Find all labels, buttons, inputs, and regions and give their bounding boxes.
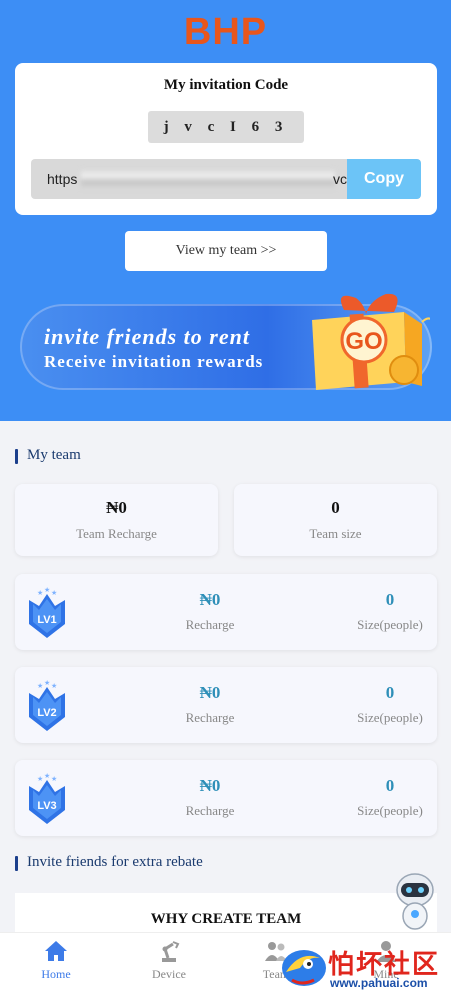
level-recharge: ₦0 Recharge [165, 776, 255, 819]
tab-device[interactable]: Device [129, 939, 209, 982]
level-recharge-label: Recharge [185, 710, 235, 725]
team-recharge-value: ₦0 [106, 498, 127, 517]
tab-home-label: Home [41, 967, 71, 981]
support-robot-icon[interactable] [392, 870, 438, 934]
invite-banner[interactable]: invite friends to rent Receive invitatio… [18, 290, 438, 405]
watermark-url: www.pahuai.com [330, 976, 428, 990]
invitation-link-suffix: vc [333, 171, 347, 187]
view-team-button[interactable]: View my team >> [125, 231, 327, 271]
banner-subline: Receive invitation rewards [44, 352, 264, 371]
svg-text:★: ★ [51, 589, 57, 597]
invitation-link-blurred [81, 169, 335, 189]
copy-button[interactable]: Copy [347, 159, 421, 199]
level-size: 0 Size(people) [345, 776, 435, 819]
tab-home[interactable]: Home [16, 939, 96, 982]
invitation-card: My invitation Code j v c I 6 3 https vc … [15, 63, 437, 215]
go-label: GO [345, 328, 382, 355]
robot-arm-icon [162, 941, 180, 962]
svg-text:★: ★ [37, 682, 43, 690]
level-badge-icon: ★ ★ ★ LV2 [29, 679, 65, 731]
site-watermark: 怕坏社区 www.pahuai.com [278, 940, 448, 992]
level-recharge-value: ₦0 [199, 590, 221, 609]
level-badge-label: LV2 [37, 707, 56, 719]
level-size-value: 0 [385, 776, 395, 795]
level-size: 0 Size(people) [345, 590, 435, 633]
level-badge-label: LV1 [37, 614, 56, 626]
level-recharge-value: ₦0 [199, 776, 221, 795]
level-badge-icon: ★ ★ ★ LV3 [29, 772, 65, 824]
gift-box-icon: GO [312, 293, 430, 390]
level-recharge-value: ₦0 [199, 683, 221, 702]
team-recharge-card: ₦0 Team Recharge [15, 484, 218, 556]
invitation-link-prefix: https [47, 171, 78, 187]
level-size-value: 0 [385, 683, 395, 702]
level-size-label: Size(people) [357, 710, 423, 725]
svg-text:★: ★ [51, 682, 57, 690]
team-size-card: 0 Team size [234, 484, 437, 556]
svg-text:★: ★ [44, 679, 50, 687]
level-recharge-label: Recharge [185, 803, 235, 818]
invitation-title: My invitation Code [163, 77, 289, 93]
svg-text:★: ★ [51, 775, 57, 783]
level-size-label: Size(people) [357, 617, 423, 632]
level-size: 0 Size(people) [345, 683, 435, 726]
svg-text:★: ★ [44, 772, 50, 780]
home-icon [45, 941, 67, 961]
invitation-link: https vc Copy [31, 159, 421, 199]
level-size-value: 0 [385, 590, 395, 609]
banner-headline: invite friends to rent [44, 324, 250, 349]
level-recharge: ₦0 Recharge [165, 683, 255, 726]
tab-device-label: Device [152, 967, 186, 981]
level-card-lv1[interactable]: ★ ★ ★ LV1 ₦0 Recharge 0 Size(people) [15, 574, 437, 650]
rebate-heading: Invite friends for extra rebate [15, 854, 203, 871]
app-logo: BHP [183, 11, 268, 53]
level-card-lv2[interactable]: ★ ★ ★ LV2 ₦0 Recharge 0 Size(people) [15, 667, 437, 743]
svg-text:★: ★ [44, 586, 50, 594]
hero-section: BHP My invitation Code j v c I 6 3 https… [0, 0, 451, 421]
team-recharge-label: Team Recharge [76, 526, 157, 541]
why-create-team-title: WHY CREATE TEAM [150, 911, 302, 927]
level-size-label: Size(people) [357, 803, 423, 818]
team-size-value: 0 [331, 498, 340, 517]
level-badge-label: LV3 [37, 800, 56, 812]
level-card-lv3[interactable]: ★ ★ ★ LV3 ₦0 Recharge 0 Size(people) [15, 760, 437, 836]
invitation-code: j v c I 6 3 [148, 111, 304, 143]
level-recharge-label: Recharge [185, 617, 235, 632]
level-recharge: ₦0 Recharge [165, 590, 255, 633]
svg-text:★: ★ [37, 589, 43, 597]
team-size-label: Team size [309, 526, 362, 541]
level-badge-icon: ★ ★ ★ LV1 [29, 586, 65, 638]
watermark-logo-icon [282, 950, 326, 986]
svg-text:★: ★ [37, 775, 43, 783]
my-team-heading: My team [15, 447, 81, 464]
